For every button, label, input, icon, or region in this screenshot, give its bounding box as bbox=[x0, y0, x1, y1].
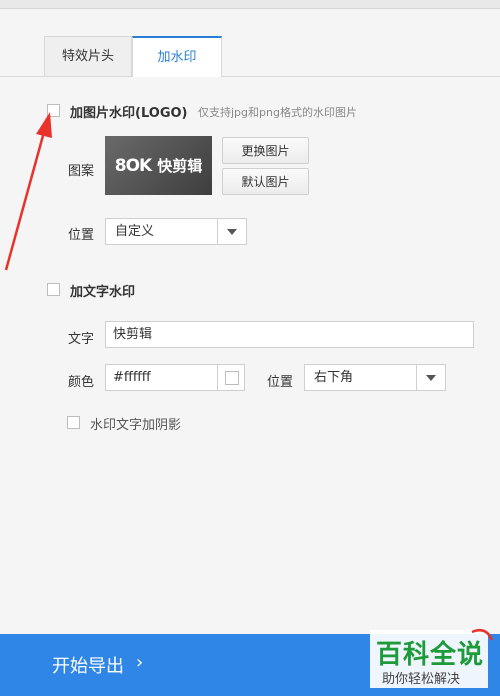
default-image-button[interactable]: 默认图片 bbox=[222, 168, 309, 195]
chevron-down-icon bbox=[227, 229, 237, 235]
replace-image-button[interactable]: 更换图片 bbox=[222, 137, 309, 164]
tab-intro-effects[interactable]: 特效片头 bbox=[44, 36, 132, 76]
logo-text: 快剪辑 bbox=[157, 157, 203, 175]
chevron-down-icon bbox=[426, 375, 436, 381]
text-position-select[interactable]: 右下角 bbox=[304, 364, 446, 391]
start-export-button[interactable]: 开始导出 bbox=[52, 652, 124, 678]
chevron-right-icon: › bbox=[136, 652, 144, 673]
watermark-color-input[interactable]: #ffffff bbox=[105, 364, 218, 391]
image-watermark-label: 加图片水印(LOGO) bbox=[70, 106, 188, 121]
color-swatch-icon bbox=[225, 371, 239, 385]
color-picker-button[interactable] bbox=[217, 364, 245, 391]
image-watermark-checkbox[interactable] bbox=[47, 104, 60, 117]
watermark-color-label: 颜色 bbox=[68, 375, 95, 390]
export-dialog: 特效片头 加水印 加图片水印(LOGO) 仅支持jpg和png格式的水印图片 图… bbox=[0, 0, 500, 696]
image-position-select[interactable]: 自定义 bbox=[105, 218, 247, 245]
tab-add-watermark[interactable]: 加水印 bbox=[132, 36, 222, 77]
image-position-value: 自定义 bbox=[115, 224, 155, 239]
text-watermark-label: 加文字水印 bbox=[70, 285, 136, 300]
text-shadow-label: 水印文字加阴影 bbox=[90, 418, 182, 433]
watermark-arc-icon bbox=[471, 629, 494, 641]
text-shadow-checkbox[interactable] bbox=[67, 416, 80, 429]
text-position-value: 右下角 bbox=[314, 370, 354, 385]
watermark-text-input[interactable]: 快剪辑 bbox=[105, 321, 474, 348]
site-watermark-subtitle: 助你轻松解决 bbox=[382, 672, 461, 687]
tab-bar: 特效片头 加水印 bbox=[0, 36, 500, 77]
image-pattern-label: 图案 bbox=[68, 164, 95, 179]
image-position-label: 位置 bbox=[68, 228, 95, 243]
text-position-label: 位置 bbox=[267, 375, 294, 390]
image-watermark-hint: 仅支持jpg和png格式的水印图片 bbox=[198, 106, 357, 119]
top-strip bbox=[0, 0, 500, 9]
logo-mark-icon: 8OK bbox=[114, 155, 152, 176]
watermark-text-label: 文字 bbox=[68, 332, 95, 347]
text-position-dropdown-button[interactable] bbox=[416, 365, 445, 390]
image-position-dropdown-button[interactable] bbox=[217, 219, 246, 244]
watermark-image-preview: 8OK 快剪辑 bbox=[105, 136, 212, 195]
text-watermark-checkbox[interactable] bbox=[47, 283, 60, 296]
